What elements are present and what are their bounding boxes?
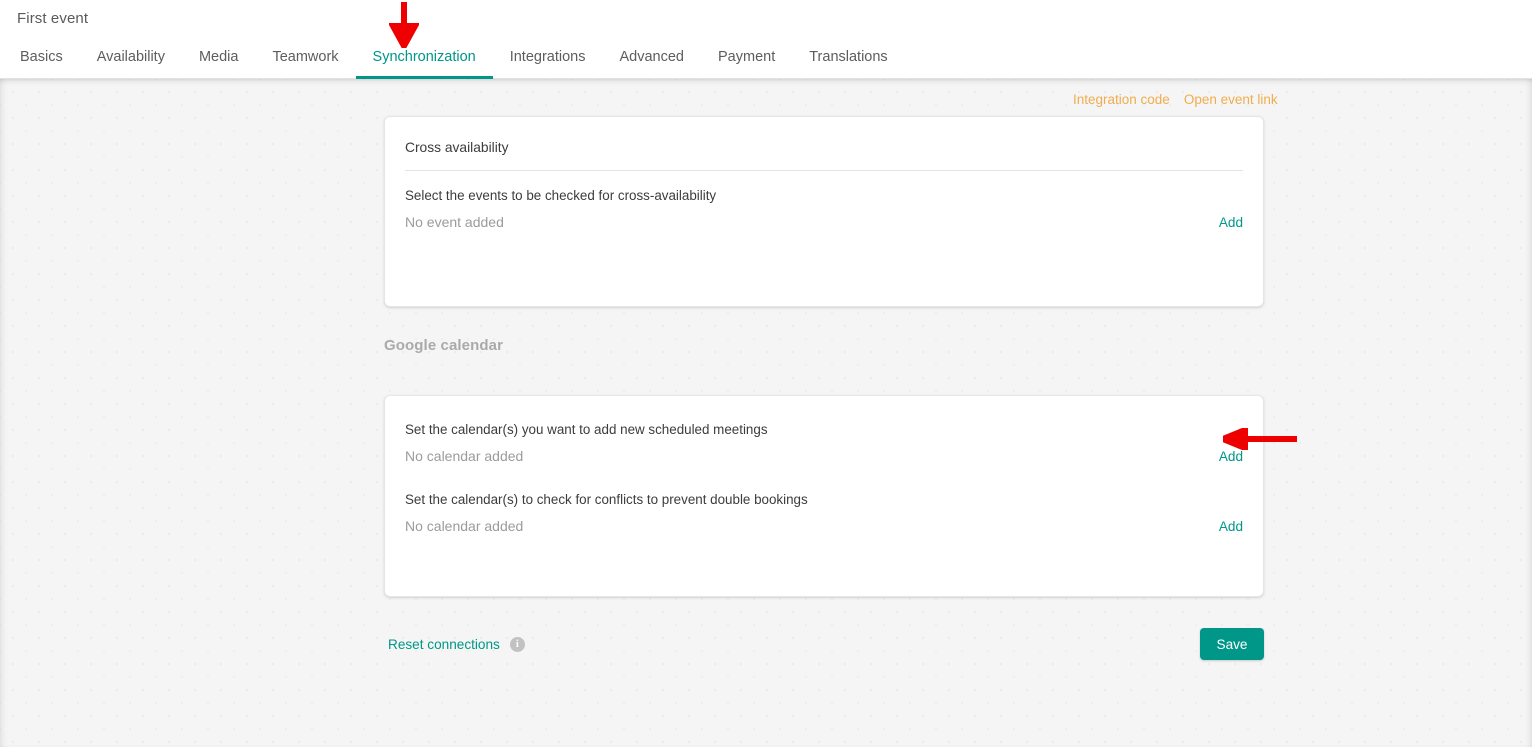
- tab-synchronization[interactable]: Synchronization: [355, 38, 493, 79]
- cross-availability-card: Cross availability Select the events to …: [384, 116, 1264, 307]
- cross-availability-field-label: Select the events to be checked for cros…: [405, 188, 717, 203]
- page-title: First event: [17, 10, 89, 27]
- top-right-links: Integration code Open event link: [1073, 92, 1278, 107]
- tab-bar: Basics Availability Media Teamwork Synch…: [0, 38, 905, 79]
- tab-payment[interactable]: Payment: [701, 38, 792, 79]
- footer-actions: Reset connections i Save: [384, 628, 1264, 660]
- reset-connections-link[interactable]: Reset connections: [388, 637, 500, 652]
- tab-basics[interactable]: Basics: [3, 38, 80, 79]
- google-calendar-heading: Google calendar: [384, 337, 504, 354]
- tab-teamwork[interactable]: Teamwork: [255, 38, 355, 79]
- conflict-calendar-add-link[interactable]: Add: [1219, 519, 1243, 534]
- add-meetings-calendar-row: No calendar added Add: [405, 437, 1243, 464]
- page-header: First event Basics Availability Media Te…: [0, 0, 1532, 79]
- cross-availability-title: Cross availability: [405, 140, 509, 155]
- tab-media[interactable]: Media: [182, 38, 256, 79]
- integration-code-link[interactable]: Integration code: [1073, 92, 1170, 107]
- save-button[interactable]: Save: [1200, 628, 1264, 660]
- cross-availability-empty-value: No event added: [405, 214, 504, 230]
- add-meetings-calendar-empty-value: No calendar added: [405, 448, 524, 464]
- tab-translations[interactable]: Translations: [792, 38, 904, 79]
- google-calendar-card: Set the calendar(s) you want to add new …: [384, 395, 1264, 597]
- cross-availability-value-row: No event added Add: [405, 203, 1243, 230]
- tab-advanced[interactable]: Advanced: [603, 38, 702, 79]
- tab-integrations[interactable]: Integrations: [493, 38, 603, 79]
- main-content: Cross availability Select the events to …: [384, 79, 1264, 660]
- add-meetings-calendar-add-link[interactable]: Add: [1219, 449, 1243, 464]
- reset-connections-group: Reset connections i: [388, 636, 525, 652]
- add-meetings-calendar-label: Set the calendar(s) you want to add new …: [405, 422, 768, 437]
- conflict-calendar-empty-value: No calendar added: [405, 518, 524, 534]
- cross-availability-add-link[interactable]: Add: [1219, 215, 1243, 230]
- tab-availability[interactable]: Availability: [80, 38, 182, 79]
- open-event-link[interactable]: Open event link: [1184, 92, 1278, 107]
- conflict-calendar-row: No calendar added Add: [405, 507, 1243, 534]
- conflict-calendar-label: Set the calendar(s) to check for conflic…: [405, 492, 808, 507]
- info-icon[interactable]: i: [509, 636, 525, 652]
